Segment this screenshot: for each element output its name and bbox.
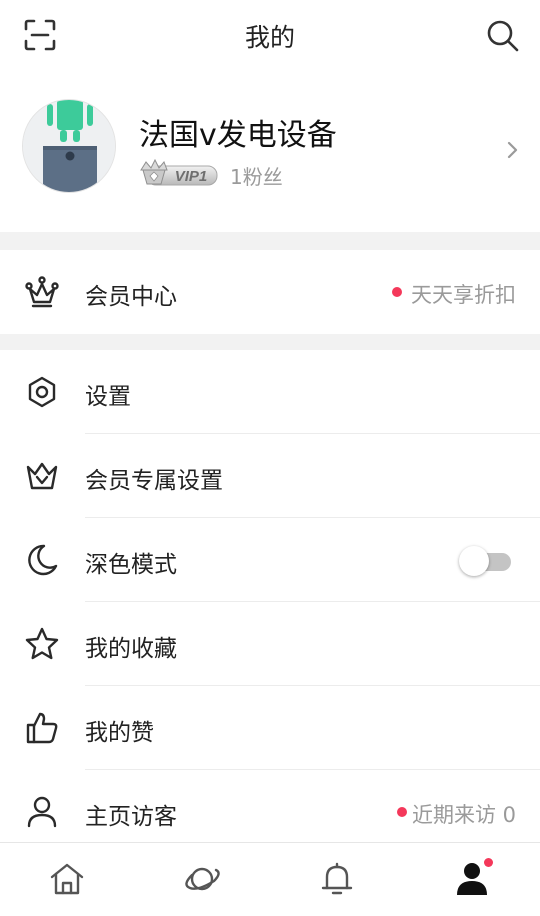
android-avatar-icon (23, 100, 115, 192)
search-icon[interactable] (486, 19, 520, 53)
promo-dot (392, 287, 402, 297)
dark-mode-label: 深色模式 (85, 552, 177, 578)
crown-icon (25, 276, 59, 308)
chevron-right-icon[interactable] (505, 138, 521, 162)
top-bar: 我的 (0, 0, 540, 72)
favorites-label: 我的收藏 (85, 636, 177, 662)
planet-icon[interactable] (184, 861, 220, 897)
member-center-row[interactable]: 会员中心 天天享折扣 (0, 250, 540, 334)
section-divider (0, 334, 540, 350)
dark-mode-row[interactable]: 深色模式 (0, 518, 540, 602)
tab-profile[interactable] (454, 858, 493, 897)
avatar[interactable] (22, 99, 116, 193)
star-icon (25, 627, 59, 660)
toggle-knob (459, 546, 489, 576)
my-likes-row[interactable]: 我的赞 (0, 686, 540, 770)
bell-icon[interactable] (319, 861, 355, 897)
member-promo-text: 天天享折扣 (411, 283, 516, 307)
home-icon[interactable] (49, 861, 85, 897)
favorites-row[interactable]: 我的收藏 (0, 602, 540, 686)
username: 法国v发电设备 (139, 118, 337, 153)
profile-icon (457, 863, 487, 895)
vip-badge: VIP1 (140, 158, 218, 186)
section-divider (0, 232, 540, 250)
my-likes-label: 我的赞 (85, 720, 154, 746)
visitors-dot (397, 807, 407, 817)
page-title: 我的 (244, 23, 295, 52)
dark-mode-toggle[interactable] (459, 546, 511, 576)
visitors-count-text: 近期来访 0 (411, 803, 516, 827)
settings-hexagon-icon (28, 376, 56, 408)
member-center-label: 会员中心 (85, 284, 177, 310)
member-settings-row[interactable]: 会员专属设置 (0, 434, 540, 518)
settings-row[interactable]: 设置 (0, 350, 540, 434)
crown-outline-icon (26, 462, 58, 490)
settings-label: 设置 (85, 384, 131, 410)
visitors-label: 主页访客 (85, 804, 177, 830)
vip-level-text: VIP1 (175, 168, 208, 185)
moon-icon (28, 544, 58, 576)
user-icon (27, 796, 57, 828)
fans-count[interactable]: 1粉丝 (230, 161, 283, 190)
thumbs-up-icon (26, 712, 58, 744)
member-settings-label: 会员专属设置 (85, 468, 223, 494)
bottom-tab-bar (0, 842, 540, 916)
profile-card[interactable]: 法国v发电设备 VIP1 1粉丝 (0, 72, 540, 232)
notification-dot (484, 858, 493, 867)
